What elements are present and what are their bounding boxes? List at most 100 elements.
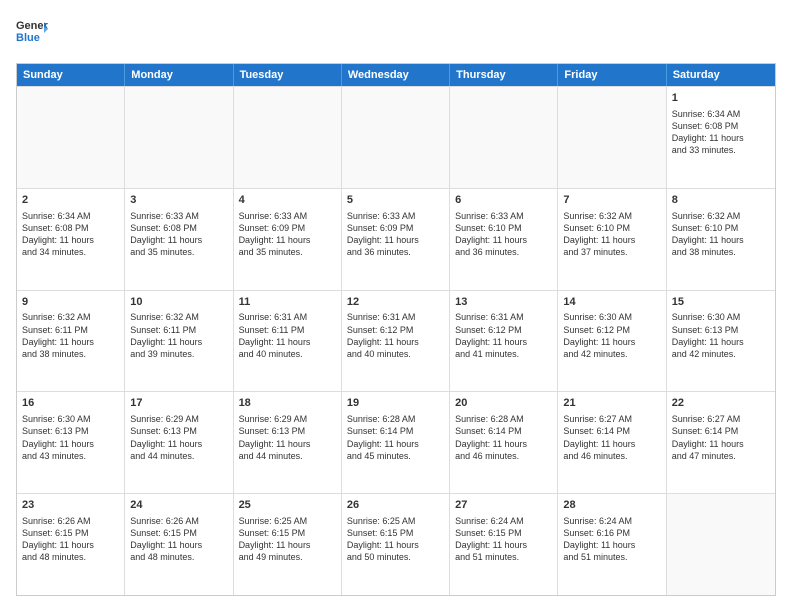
cell-info: Sunrise: 6:33 AM Sunset: 6:10 PM Dayligh… bbox=[455, 210, 552, 259]
svg-text:General: General bbox=[16, 20, 48, 32]
calendar-cell: 17 Sunrise: 6:29 AM Sunset: 6:13 PM Dayli… bbox=[125, 392, 233, 493]
calendar-header: SundayMondayTuesdayWednesdayThursdayFrid… bbox=[17, 64, 775, 86]
weekday-header: Friday bbox=[558, 64, 666, 86]
calendar-body: 1 Sunrise: 6:34 AM Sunset: 6:08 PM Daylig… bbox=[17, 86, 775, 595]
cell-info: Sunrise: 6:34 AM Sunset: 6:08 PM Dayligh… bbox=[672, 108, 770, 157]
calendar-cell: 14Sunrise: 6:30 AM Sunset: 6:12 PM Dayli… bbox=[558, 291, 666, 392]
day-number: 2 bbox=[22, 193, 119, 208]
cell-info: Sunrise: 6:31 AM Sunset: 6:12 PM Dayligh… bbox=[347, 311, 444, 360]
cell-info: Sunrise: 6:25 AM Sunset: 6:15 PM Dayligh… bbox=[347, 515, 444, 564]
day-number: 25 bbox=[239, 498, 336, 513]
calendar-cell: 18 Sunrise: 6:29 AM Sunset: 6:13 PM Dayli… bbox=[234, 392, 342, 493]
calendar-cell: 15Sunrise: 6:30 AM Sunset: 6:13 PM Dayli… bbox=[667, 291, 775, 392]
day-number: 13 bbox=[455, 295, 552, 310]
cell-info: Sunrise: 6:34 AM Sunset: 6:08 PM Dayligh… bbox=[22, 210, 119, 259]
day-number: 18 bbox=[239, 396, 336, 411]
day-number: 5 bbox=[347, 193, 444, 208]
calendar-cell: 27Sunrise: 6:24 AM Sunset: 6:15 PM Dayli… bbox=[450, 494, 558, 595]
calendar-cell: 21 Sunrise: 6:27 AM Sunset: 6:14 PM Dayli… bbox=[558, 392, 666, 493]
calendar-cell: 10Sunrise: 6:32 AM Sunset: 6:11 PM Dayli… bbox=[125, 291, 233, 392]
calendar-cell: 24 Sunrise: 6:26 AM Sunset: 6:15 PM Dayli… bbox=[125, 494, 233, 595]
svg-text:Blue: Blue bbox=[16, 32, 40, 44]
day-number: 1 bbox=[672, 91, 770, 106]
day-number: 4 bbox=[239, 193, 336, 208]
cell-info: Sunrise: 6:26 AM Sunset: 6:15 PM Dayligh… bbox=[22, 515, 119, 564]
calendar-cell: 12Sunrise: 6:31 AM Sunset: 6:12 PM Dayli… bbox=[342, 291, 450, 392]
calendar-week: 2 Sunrise: 6:34 AM Sunset: 6:08 PM Daylig… bbox=[17, 188, 775, 290]
day-number: 8 bbox=[672, 193, 770, 208]
cell-info: Sunrise: 6:33 AM Sunset: 6:09 PM Dayligh… bbox=[347, 210, 444, 259]
weekday-header: Monday bbox=[125, 64, 233, 86]
calendar-cell: 5 Sunrise: 6:33 AM Sunset: 6:09 PM Daylig… bbox=[342, 189, 450, 290]
calendar-cell: 26Sunrise: 6:25 AM Sunset: 6:15 PM Dayli… bbox=[342, 494, 450, 595]
page: General Blue SundayMondayTuesdayWednesda… bbox=[0, 0, 792, 612]
cell-info: Sunrise: 6:24 AM Sunset: 6:16 PM Dayligh… bbox=[563, 515, 660, 564]
weekday-header: Tuesday bbox=[234, 64, 342, 86]
weekday-header: Wednesday bbox=[342, 64, 450, 86]
calendar-cell: 8 Sunrise: 6:32 AM Sunset: 6:10 PM Daylig… bbox=[667, 189, 775, 290]
day-number: 19 bbox=[347, 396, 444, 411]
calendar-cell: 28 Sunrise: 6:24 AM Sunset: 6:16 PM Dayli… bbox=[558, 494, 666, 595]
day-number: 22 bbox=[672, 396, 770, 411]
cell-info: Sunrise: 6:27 AM Sunset: 6:14 PM Dayligh… bbox=[672, 413, 770, 462]
cell-info: Sunrise: 6:32 AM Sunset: 6:11 PM Dayligh… bbox=[22, 311, 119, 360]
calendar-week: 1 Sunrise: 6:34 AM Sunset: 6:08 PM Daylig… bbox=[17, 86, 775, 188]
calendar-cell: 6 Sunrise: 6:33 AM Sunset: 6:10 PM Daylig… bbox=[450, 189, 558, 290]
cell-info: Sunrise: 6:25 AM Sunset: 6:15 PM Dayligh… bbox=[239, 515, 336, 564]
cell-info: Sunrise: 6:27 AM Sunset: 6:14 PM Dayligh… bbox=[563, 413, 660, 462]
cell-info: Sunrise: 6:26 AM Sunset: 6:15 PM Dayligh… bbox=[130, 515, 227, 564]
day-number: 6 bbox=[455, 193, 552, 208]
cell-info: Sunrise: 6:31 AM Sunset: 6:11 PM Dayligh… bbox=[239, 311, 336, 360]
day-number: 14 bbox=[563, 295, 660, 310]
calendar-cell: 3 Sunrise: 6:33 AM Sunset: 6:08 PM Daylig… bbox=[125, 189, 233, 290]
day-number: 21 bbox=[563, 396, 660, 411]
day-number: 16 bbox=[22, 396, 119, 411]
day-number: 20 bbox=[455, 396, 552, 411]
cell-info: Sunrise: 6:31 AM Sunset: 6:12 PM Dayligh… bbox=[455, 311, 552, 360]
calendar-week: 9Sunrise: 6:32 AM Sunset: 6:11 PM Daylig… bbox=[17, 290, 775, 392]
calendar-cell: 11Sunrise: 6:31 AM Sunset: 6:11 PM Dayli… bbox=[234, 291, 342, 392]
calendar-cell: 1 Sunrise: 6:34 AM Sunset: 6:08 PM Daylig… bbox=[667, 87, 775, 188]
cell-info: Sunrise: 6:33 AM Sunset: 6:08 PM Dayligh… bbox=[130, 210, 227, 259]
cell-info: Sunrise: 6:33 AM Sunset: 6:09 PM Dayligh… bbox=[239, 210, 336, 259]
cell-info: Sunrise: 6:29 AM Sunset: 6:13 PM Dayligh… bbox=[239, 413, 336, 462]
calendar-week: 16 Sunrise: 6:30 AM Sunset: 6:13 PM Dayli… bbox=[17, 391, 775, 493]
calendar-cell bbox=[234, 87, 342, 188]
day-number: 3 bbox=[130, 193, 227, 208]
header: General Blue bbox=[16, 16, 776, 53]
calendar-cell: 22 Sunrise: 6:27 AM Sunset: 6:14 PM Dayli… bbox=[667, 392, 775, 493]
day-number: 9 bbox=[22, 295, 119, 310]
cell-info: Sunrise: 6:28 AM Sunset: 6:14 PM Dayligh… bbox=[455, 413, 552, 462]
logo-bird-icon: General Blue bbox=[16, 16, 48, 48]
calendar-cell bbox=[125, 87, 233, 188]
cell-info: Sunrise: 6:29 AM Sunset: 6:13 PM Dayligh… bbox=[130, 413, 227, 462]
calendar-cell: 16 Sunrise: 6:30 AM Sunset: 6:13 PM Dayli… bbox=[17, 392, 125, 493]
calendar-cell: 7Sunrise: 6:32 AM Sunset: 6:10 PM Daylig… bbox=[558, 189, 666, 290]
calendar-cell bbox=[558, 87, 666, 188]
calendar-cell bbox=[450, 87, 558, 188]
cell-info: Sunrise: 6:30 AM Sunset: 6:12 PM Dayligh… bbox=[563, 311, 660, 360]
day-number: 28 bbox=[563, 498, 660, 513]
calendar-week: 23 Sunrise: 6:26 AM Sunset: 6:15 PM Dayli… bbox=[17, 493, 775, 595]
day-number: 15 bbox=[672, 295, 770, 310]
calendar-cell: 25 Sunrise: 6:25 AM Sunset: 6:15 PM Dayli… bbox=[234, 494, 342, 595]
calendar-cell bbox=[342, 87, 450, 188]
day-number: 24 bbox=[130, 498, 227, 513]
day-number: 12 bbox=[347, 295, 444, 310]
day-number: 23 bbox=[22, 498, 119, 513]
calendar-cell bbox=[17, 87, 125, 188]
weekday-header: Thursday bbox=[450, 64, 558, 86]
calendar-cell: 4 Sunrise: 6:33 AM Sunset: 6:09 PM Daylig… bbox=[234, 189, 342, 290]
calendar-cell: 19Sunrise: 6:28 AM Sunset: 6:14 PM Dayli… bbox=[342, 392, 450, 493]
calendar: SundayMondayTuesdayWednesdayThursdayFrid… bbox=[16, 63, 776, 596]
calendar-cell: 2 Sunrise: 6:34 AM Sunset: 6:08 PM Daylig… bbox=[17, 189, 125, 290]
cell-info: Sunrise: 6:30 AM Sunset: 6:13 PM Dayligh… bbox=[22, 413, 119, 462]
cell-info: Sunrise: 6:32 AM Sunset: 6:10 PM Dayligh… bbox=[672, 210, 770, 259]
cell-info: Sunrise: 6:30 AM Sunset: 6:13 PM Dayligh… bbox=[672, 311, 770, 360]
cell-info: Sunrise: 6:24 AM Sunset: 6:15 PM Dayligh… bbox=[455, 515, 552, 564]
calendar-cell: 23 Sunrise: 6:26 AM Sunset: 6:15 PM Dayli… bbox=[17, 494, 125, 595]
calendar-cell: 9Sunrise: 6:32 AM Sunset: 6:11 PM Daylig… bbox=[17, 291, 125, 392]
cell-info: Sunrise: 6:32 AM Sunset: 6:11 PM Dayligh… bbox=[130, 311, 227, 360]
day-number: 7 bbox=[563, 193, 660, 208]
day-number: 17 bbox=[130, 396, 227, 411]
